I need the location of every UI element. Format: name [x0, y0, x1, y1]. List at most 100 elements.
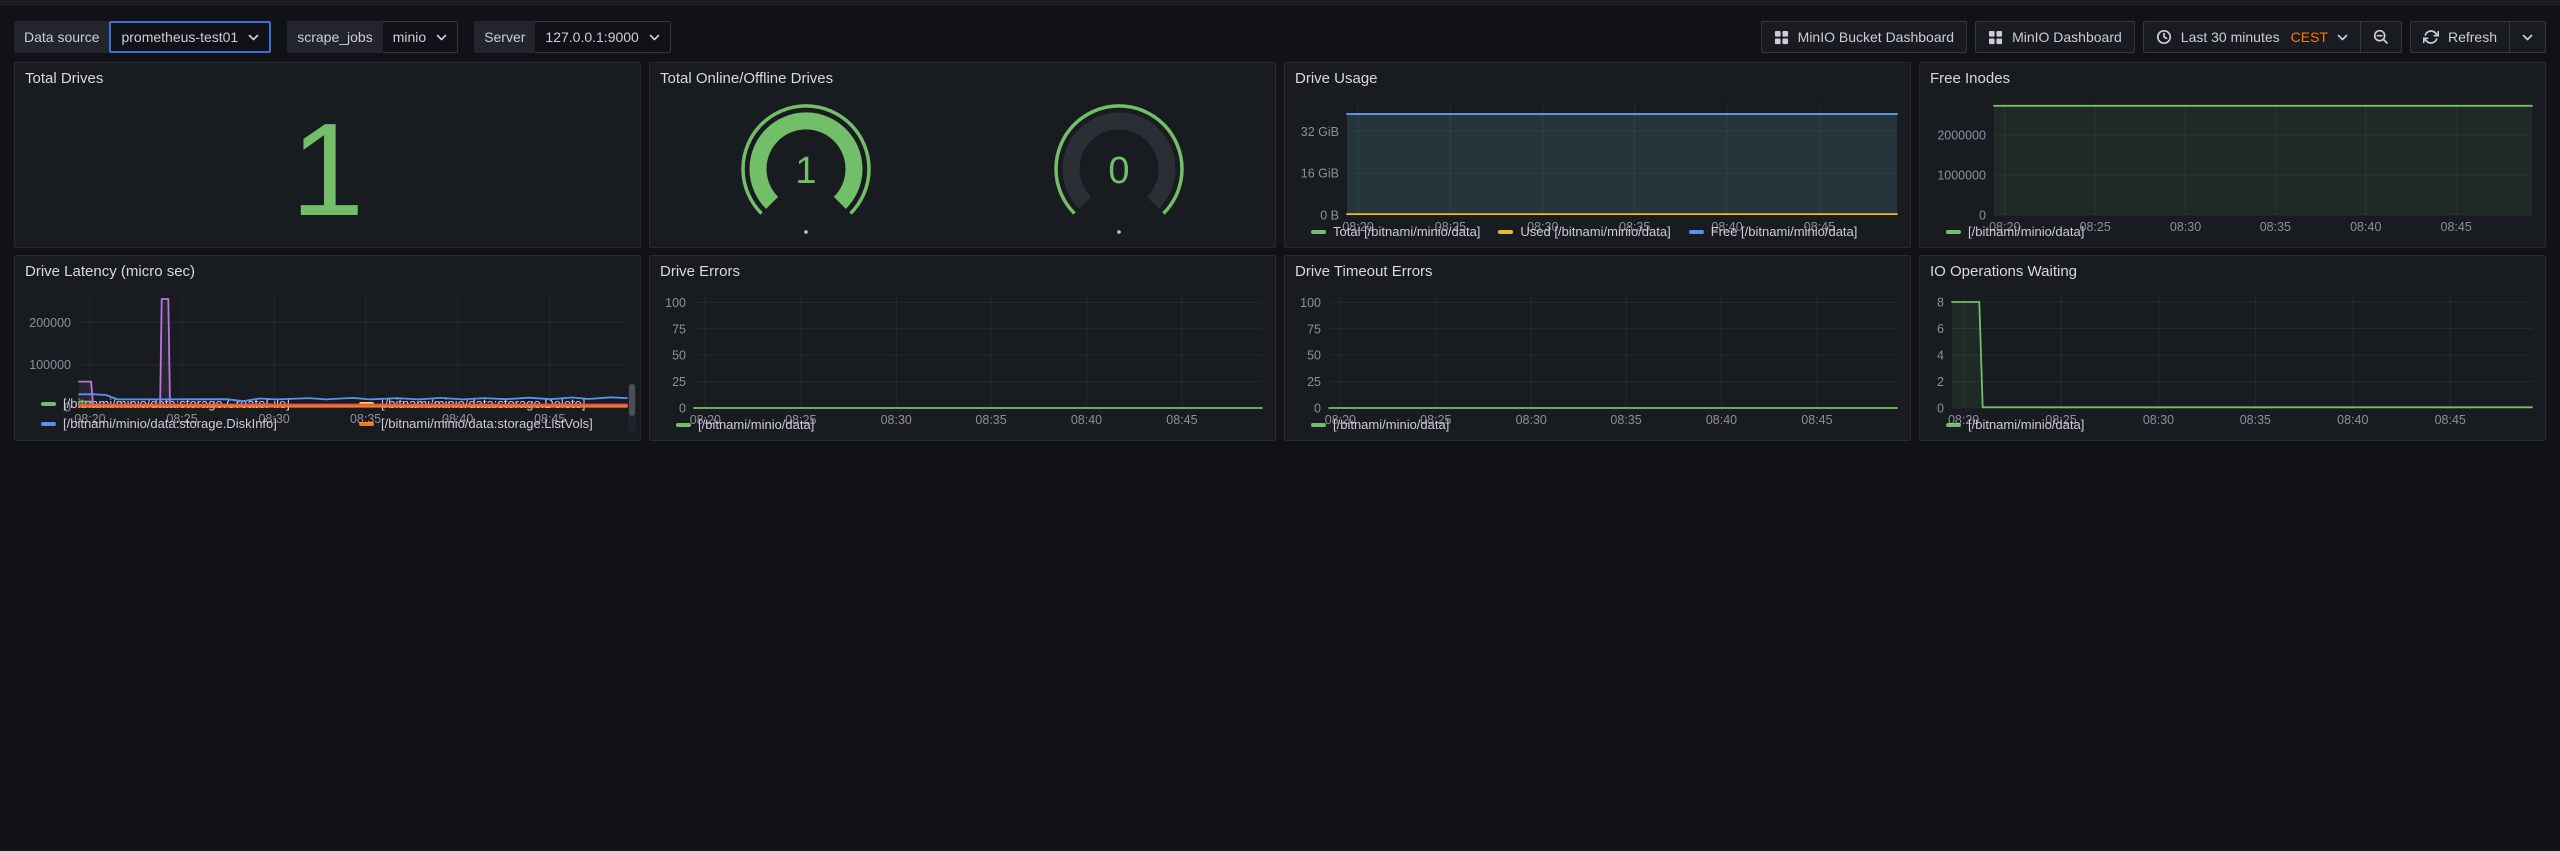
- panel-title-text: Drive Latency (micro sec): [25, 263, 195, 280]
- server-value: 127.0.0.1:9000: [545, 29, 638, 45]
- dashboard-grid: Total Drives 1 Total Online/Offline Driv…: [14, 62, 2546, 441]
- svg-text:200000: 200000: [29, 316, 71, 330]
- gauge-offline-drives: 0: [963, 93, 1276, 247]
- panel-title-io-operations-waiting[interactable]: IO Operations Waiting: [1920, 256, 2545, 286]
- timeseries-chart[interactable]: 08:2008:2508:3008:3508:4008:450255075100: [1293, 286, 1902, 415]
- svg-text:08:25: 08:25: [166, 412, 197, 426]
- variable-server: Server 127.0.0.1:9000: [474, 21, 671, 53]
- panel-title-free-inodes[interactable]: Free Inodes: [1920, 63, 2545, 93]
- svg-text:32 GiB: 32 GiB: [1301, 125, 1339, 139]
- panel-drive-latency: Drive Latency (micro sec) 08:2008:2508:3…: [14, 255, 641, 441]
- scrape-jobs-picker[interactable]: minio: [383, 21, 458, 53]
- svg-text:08:30: 08:30: [2170, 220, 2201, 234]
- panel-total-online-offline-drives: Total Online/Offline Drives 1 0: [649, 62, 1276, 248]
- svg-text:6: 6: [1937, 322, 1944, 336]
- gauge: 0: [1034, 95, 1204, 237]
- svg-text:8: 8: [1937, 295, 1944, 309]
- panel-drive-errors: Drive Errors 08:2008:2508:3008:3508:4008…: [649, 255, 1276, 441]
- svg-text:08:20: 08:20: [74, 412, 105, 426]
- svg-text:08:35: 08:35: [1610, 413, 1641, 427]
- svg-text:08:45: 08:45: [1166, 413, 1197, 427]
- panel-title-drive-latency[interactable]: Drive Latency (micro sec): [15, 256, 640, 286]
- legend-scrollbar[interactable]: [628, 382, 636, 432]
- panel-drive-timeout-errors: Drive Timeout Errors 08:2008:2508:3008:3…: [1284, 255, 1911, 441]
- svg-text:100: 100: [1300, 296, 1321, 310]
- svg-text:75: 75: [1307, 322, 1321, 336]
- svg-text:2: 2: [1937, 375, 1944, 389]
- svg-text:08:40: 08:40: [1706, 413, 1737, 427]
- time-picker: Last 30 minutes CEST: [2143, 21, 2402, 53]
- chart-canvas[interactable]: 08:2008:2508:3008:3508:4008:450100000020…: [1928, 93, 2537, 237]
- panel-title-total-drives[interactable]: Total Drives: [15, 63, 640, 93]
- svg-text:08:35: 08:35: [2240, 413, 2271, 427]
- scrape-jobs-value: minio: [393, 29, 426, 45]
- svg-text:0 B: 0 B: [1320, 209, 1339, 223]
- panel-title-drive-usage[interactable]: Drive Usage: [1285, 63, 1910, 93]
- chart-canvas[interactable]: 08:2008:2508:3008:3508:4008:450255075100: [658, 286, 1267, 430]
- chevron-down-icon: [436, 32, 447, 43]
- panel-title-text: Drive Usage: [1295, 70, 1378, 87]
- variable-data-source: Data source prometheus-test01: [14, 21, 271, 53]
- chevron-down-icon: [2337, 32, 2348, 43]
- server-picker[interactable]: 127.0.0.1:9000: [535, 21, 670, 53]
- svg-text:08:20: 08:20: [1989, 220, 2020, 234]
- svg-text:08:35: 08:35: [975, 413, 1006, 427]
- panel-title-drive-timeout-errors[interactable]: Drive Timeout Errors: [1285, 256, 1910, 286]
- svg-text:0: 0: [1314, 402, 1321, 416]
- svg-text:08:40: 08:40: [2337, 413, 2368, 427]
- svg-text:0: 0: [1979, 209, 1986, 223]
- server-label: Server: [474, 21, 535, 53]
- panel-title-drive-errors[interactable]: Drive Errors: [650, 256, 1275, 286]
- svg-text:50: 50: [1307, 349, 1321, 363]
- svg-text:0: 0: [1937, 402, 1944, 416]
- gauge-row: 1 0: [650, 93, 1275, 247]
- timeseries-chart[interactable]: 08:2008:2508:3008:3508:4008:4502468: [1928, 286, 2537, 415]
- minio-dashboard-link[interactable]: MinIO Dashboard: [1975, 21, 2135, 53]
- data-source-label: Data source: [14, 21, 109, 53]
- chart-canvas[interactable]: 08:2008:2508:3008:3508:4008:450100000200…: [23, 286, 632, 429]
- scrape-jobs-label: scrape_jobs: [287, 21, 383, 53]
- svg-text:0: 0: [1108, 150, 1129, 192]
- stat-value: 1: [23, 93, 632, 247]
- svg-text:08:20: 08:20: [690, 413, 721, 427]
- panel-drive-usage: Drive Usage 08:2008:2508:3008:3508:4008:…: [1284, 62, 1911, 248]
- svg-text:08:45: 08:45: [2441, 220, 2472, 234]
- refresh-picker: Refresh: [2410, 21, 2546, 53]
- panel-title-text: Total Online/Offline Drives: [660, 70, 833, 87]
- panel-io-operations-waiting: IO Operations Waiting 08:2008:2508:3008:…: [1919, 255, 2546, 441]
- panel-title-text: Total Drives: [25, 70, 103, 87]
- svg-text:1000000: 1000000: [1937, 169, 1986, 183]
- svg-text:08:35: 08:35: [2260, 220, 2291, 234]
- refresh-interval-button[interactable]: [2510, 21, 2546, 53]
- link-label: MinIO Bucket Dashboard: [1798, 29, 1954, 45]
- timezone-label: CEST: [2291, 29, 2328, 45]
- timeseries-chart[interactable]: 08:2008:2508:3008:3508:4008:450255075100: [658, 286, 1267, 415]
- chevron-down-icon: [649, 32, 660, 43]
- svg-text:08:45: 08:45: [2435, 413, 2466, 427]
- data-source-value: prometheus-test01: [121, 29, 238, 45]
- panel-title-text: Drive Timeout Errors: [1295, 263, 1433, 280]
- minio-bucket-dashboard-link[interactable]: MinIO Bucket Dashboard: [1761, 21, 1967, 53]
- variable-scrape-jobs: scrape_jobs minio: [287, 21, 458, 53]
- panel-title-online-offline[interactable]: Total Online/Offline Drives: [650, 63, 1275, 93]
- refresh-button[interactable]: Refresh: [2410, 21, 2510, 53]
- svg-text:08:30: 08:30: [2143, 413, 2174, 427]
- svg-text:16 GiB: 16 GiB: [1301, 167, 1339, 181]
- svg-text:100000: 100000: [29, 358, 71, 372]
- svg-text:08:45: 08:45: [534, 412, 565, 426]
- zoom-out-button[interactable]: [2361, 21, 2402, 53]
- data-source-picker[interactable]: prometheus-test01: [109, 21, 271, 53]
- timeseries-chart[interactable]: 08:2008:2508:3008:3508:4008:450100000020…: [1928, 93, 2537, 222]
- sync-icon: [2423, 29, 2439, 45]
- gauge: 1: [721, 95, 891, 237]
- chart-canvas[interactable]: 08:2008:2508:3008:3508:4008:450255075100: [1293, 286, 1902, 430]
- chart-canvas[interactable]: 08:2008:2508:3008:3508:4008:4502468: [1928, 286, 2537, 430]
- time-range-button[interactable]: Last 30 minutes CEST: [2143, 21, 2361, 53]
- svg-text:08:30: 08:30: [1516, 413, 1547, 427]
- apps-icon: [1988, 30, 2003, 45]
- timeseries-chart[interactable]: 08:2008:2508:3008:3508:4008:450100000200…: [23, 286, 632, 394]
- apps-icon: [1774, 30, 1789, 45]
- chart-canvas[interactable]: 08:2008:2508:3008:3508:4008:450 B16 GiB3…: [1293, 93, 1902, 237]
- timeseries-chart[interactable]: 08:2008:2508:3008:3508:4008:450 B16 GiB3…: [1293, 93, 1902, 222]
- svg-text:0: 0: [64, 401, 71, 415]
